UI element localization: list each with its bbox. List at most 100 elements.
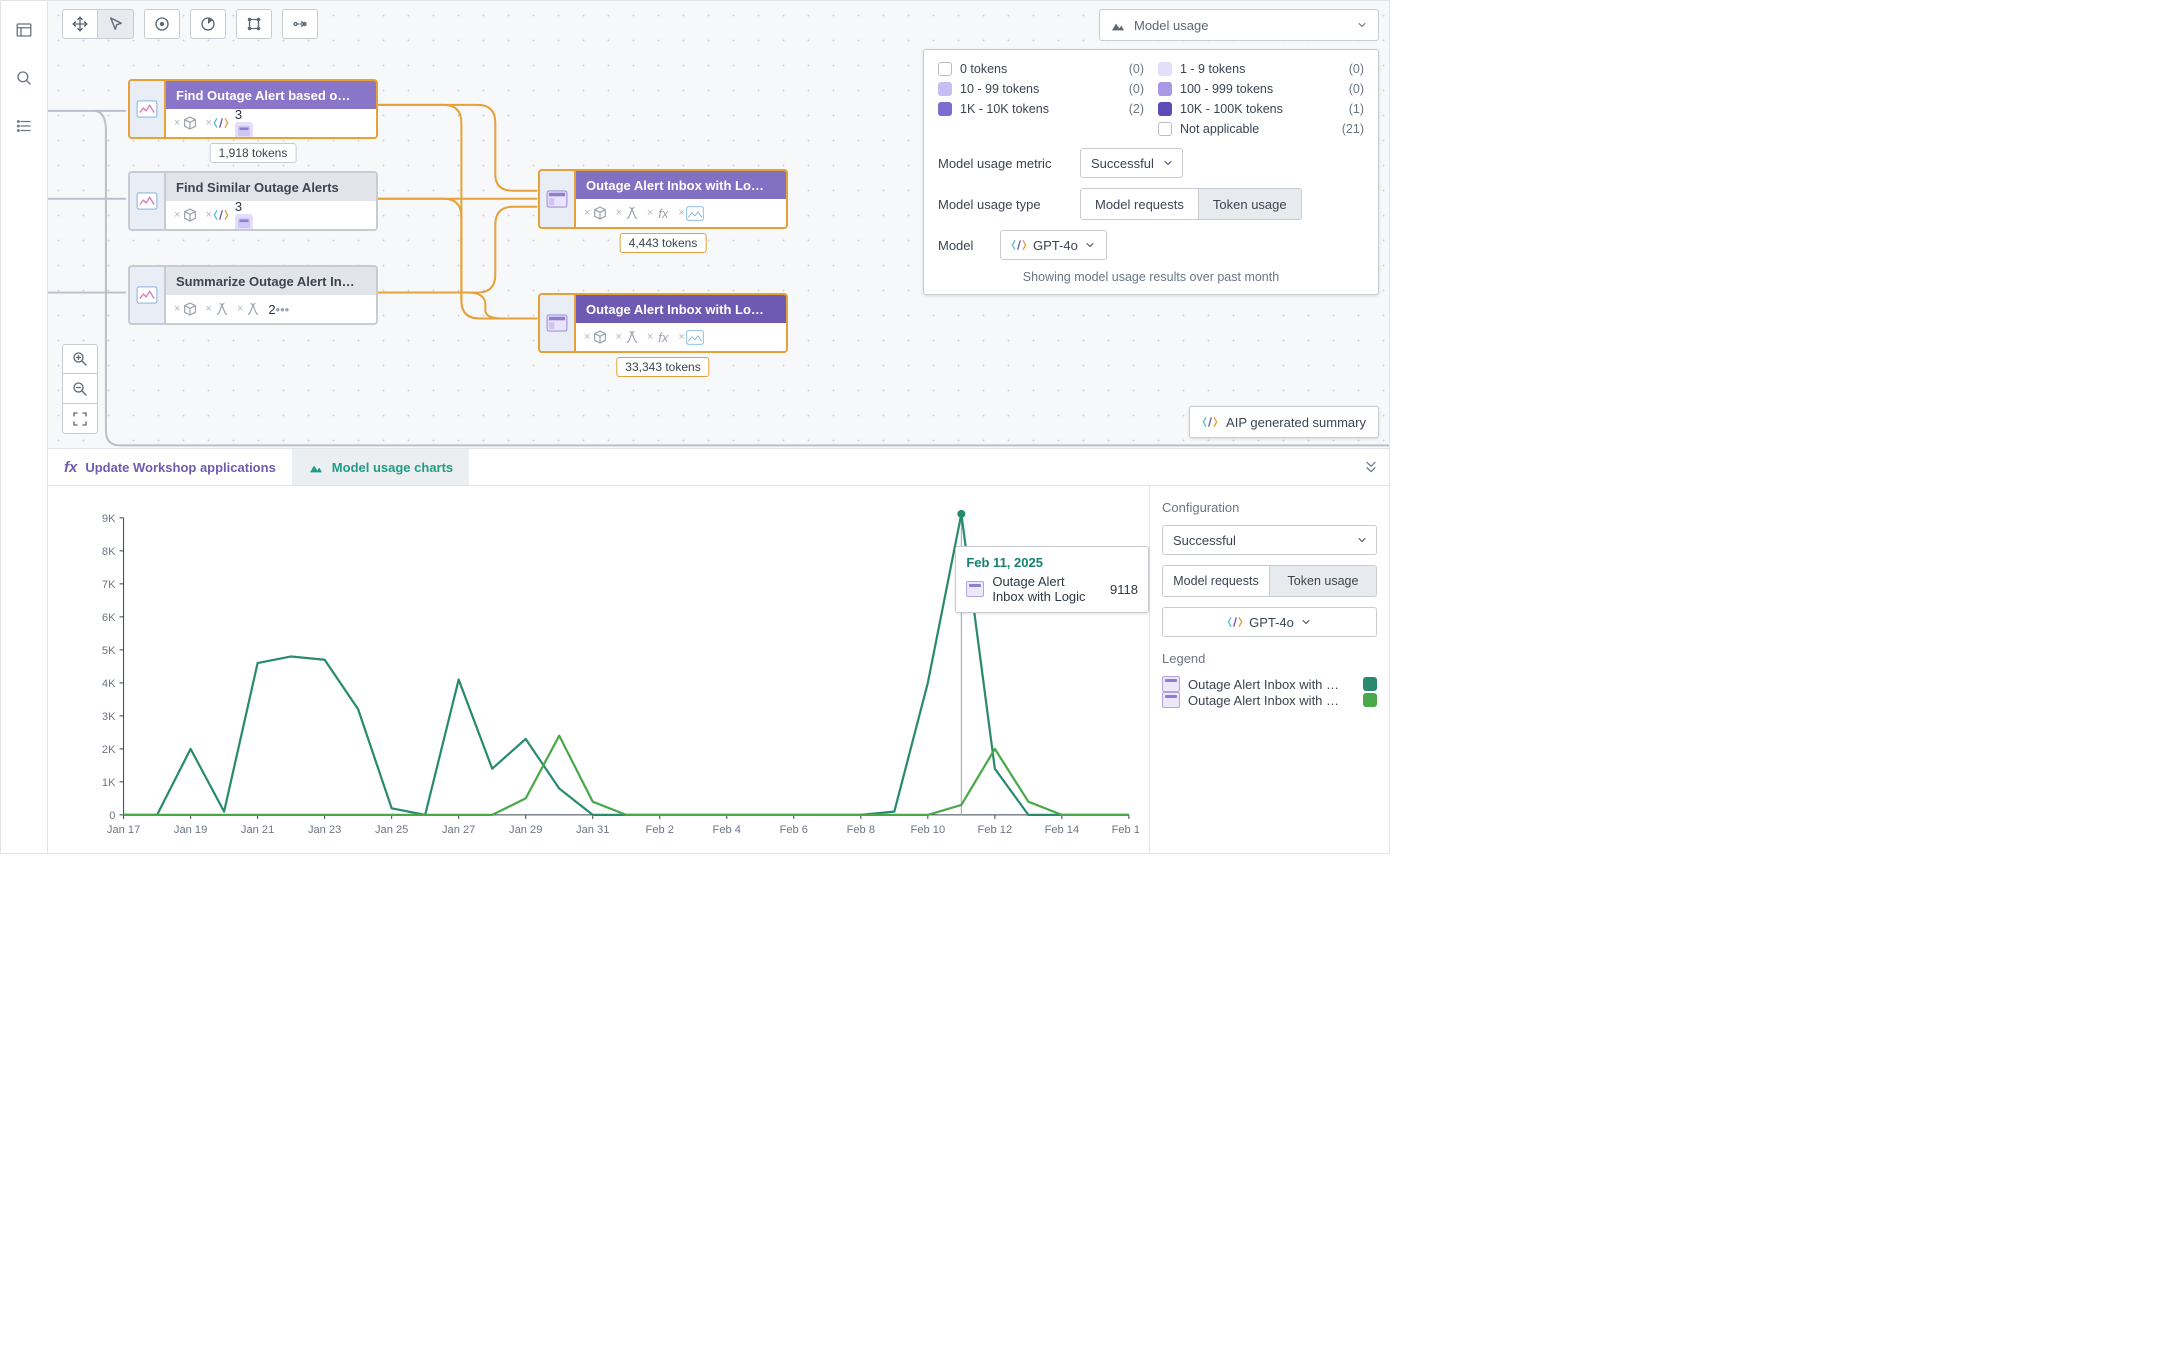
seg-token-usage[interactable]: Token usage: [1198, 189, 1301, 219]
aip-icon: [213, 116, 229, 130]
module-badge-icon: [235, 214, 253, 232]
img-icon: [686, 328, 704, 346]
seg-model-requests[interactable]: Model requests: [1081, 189, 1198, 219]
node-title: Summarize Outage Alert In…: [166, 267, 376, 295]
cube-icon: [181, 300, 199, 318]
cube-icon: [591, 204, 609, 222]
svg-text:9K: 9K: [102, 513, 116, 525]
node-body: × × 3: [166, 201, 376, 229]
cfg-type-segment: Model requestsToken usage: [1162, 565, 1377, 597]
aip-summary-button[interactable]: AIP generated summary: [1189, 406, 1379, 438]
legend-panel: 0 tokens(0) 1 - 9 tokens(0) 10 - 99 tokens…: [923, 49, 1379, 295]
metric-label: Model usage metric: [938, 156, 1068, 171]
legend-item[interactable]: Outage Alert Inbox with …: [1162, 676, 1377, 692]
node-type-icon: [538, 293, 574, 353]
panel-note: Showing model usage results over past mo…: [938, 270, 1364, 284]
svg-text:Jan 23: Jan 23: [308, 824, 341, 836]
node-title: Find Outage Alert based o…: [166, 81, 376, 109]
node-count: 3: [235, 107, 242, 122]
type-label: Model usage type: [938, 197, 1068, 212]
fn-icon: [623, 204, 641, 222]
svg-text:5K: 5K: [102, 645, 116, 657]
legend-title: Legend: [1162, 651, 1377, 666]
svg-text:7K: 7K: [102, 579, 116, 591]
node-type-icon: [538, 169, 574, 229]
cube-icon: [591, 328, 609, 346]
legend-item[interactable]: 10K - 100K tokens(1): [1158, 102, 1364, 116]
list-icon[interactable]: [9, 111, 39, 141]
svg-text:Feb 12: Feb 12: [978, 824, 1013, 836]
legend-item[interactable]: 100 - 999 tokens(0): [1158, 82, 1364, 96]
token-pill: 33,343 tokens: [616, 357, 709, 377]
node-body: × × × 2•••: [166, 295, 376, 323]
aip-icon: [213, 208, 229, 222]
overlay-dropdown[interactable]: Model usage: [1099, 9, 1379, 41]
svg-text:4K: 4K: [102, 678, 116, 690]
svg-text:Feb 2: Feb 2: [646, 824, 674, 836]
svg-text:Feb 4: Feb 4: [713, 824, 741, 836]
node-find-outage-alert[interactable]: Find Outage Alert based o… × × 3 1,918 t…: [128, 79, 378, 139]
node-title: Outage Alert Inbox with Lo…: [576, 295, 786, 323]
svg-text:Jan 25: Jan 25: [375, 824, 408, 836]
svg-text:8K: 8K: [102, 546, 116, 558]
node-find-similar-alerts[interactable]: Find Similar Outage Alerts × × 3: [128, 171, 378, 231]
svg-text:1K: 1K: [102, 777, 116, 789]
legend-item[interactable]: Not applicable(21): [1158, 122, 1364, 136]
svg-text:Jan 27: Jan 27: [442, 824, 475, 836]
node-title: Find Similar Outage Alerts: [166, 173, 376, 201]
token-pill: 1,918 tokens: [210, 143, 297, 163]
fn-icon: [213, 300, 231, 318]
left-rail: [1, 1, 48, 853]
node-outage-inbox-b[interactable]: Outage Alert Inbox with Lo… × × ×fx × 33…: [538, 293, 788, 353]
legend-item[interactable]: 0 tokens(0): [938, 62, 1144, 76]
svg-text:Feb 10: Feb 10: [911, 824, 946, 836]
seg-token-usage[interactable]: Token usage: [1269, 566, 1376, 596]
svg-text:Feb 16: Feb 16: [1112, 824, 1139, 836]
node-body: × × ×fx ×: [576, 323, 786, 351]
svg-text:Jan 31: Jan 31: [576, 824, 609, 836]
legend-item[interactable]: 10 - 99 tokens(0): [938, 82, 1144, 96]
fx-icon: fx: [654, 328, 672, 346]
svg-text:Jan 19: Jan 19: [174, 824, 207, 836]
legend-item[interactable]: 1 - 9 tokens(0): [1158, 62, 1364, 76]
bottom-panel: 01K2K3K4K5K6K7K8K9KJan 17Jan 19Jan 21Jan…: [48, 486, 1389, 853]
search-icon[interactable]: [9, 63, 39, 93]
seg-model-requests[interactable]: Model requests: [1163, 566, 1269, 596]
collapse-panel-icon[interactable]: [1353, 449, 1389, 485]
graph-canvas[interactable]: Find Outage Alert based o… × × 3 1,918 t…: [48, 1, 1389, 448]
node-summarize-outage-alert[interactable]: Summarize Outage Alert In… × × × 2•••: [128, 265, 378, 325]
module-badge-icon: [235, 122, 253, 140]
rail-panel-icon[interactable]: [9, 15, 39, 45]
node-title: Outage Alert Inbox with Lo…: [576, 171, 786, 199]
metric-select[interactable]: Successful: [1080, 148, 1183, 178]
tab-model-usage-charts[interactable]: Model usage charts: [292, 449, 469, 485]
cfg-model-select[interactable]: GPT-4o: [1162, 607, 1377, 637]
fn-icon: [244, 300, 262, 318]
node-count: 3: [235, 199, 242, 214]
bottom-tabs: fx Update Workshop applications Model us…: [48, 448, 1389, 486]
node-outage-inbox-a[interactable]: Outage Alert Inbox with Lo… × × ×fx × 4,…: [538, 169, 788, 229]
img-icon: [686, 204, 704, 222]
legend-item[interactable]: 1K - 10K tokens(2): [938, 102, 1144, 116]
config-panel: Configuration Successful Model requestsT…: [1149, 486, 1389, 853]
svg-text:Feb 8: Feb 8: [847, 824, 875, 836]
model-select[interactable]: GPT-4o: [1000, 230, 1107, 260]
svg-text:6K: 6K: [102, 612, 116, 624]
fx-icon: fx: [654, 204, 672, 222]
app-root: Find Outage Alert based o… × × 3 1,918 t…: [0, 0, 1390, 854]
svg-text:Feb 14: Feb 14: [1045, 824, 1080, 836]
svg-text:Jan 17: Jan 17: [107, 824, 140, 836]
cfg-metric-select[interactable]: Successful: [1162, 525, 1377, 555]
node-count: 2: [268, 302, 275, 317]
cube-icon: [181, 206, 199, 224]
main-column: Find Outage Alert based o… × × 3 1,918 t…: [48, 1, 1389, 853]
svg-text:Jan 29: Jan 29: [509, 824, 542, 836]
svg-text:2K: 2K: [102, 744, 116, 756]
overlay-dropdown-label: Model usage: [1134, 18, 1208, 33]
chart-tooltip: Feb 11, 2025 Outage Alert Inbox with Log…: [955, 546, 1149, 613]
cube-icon: [181, 114, 199, 132]
tab-update-workshop[interactable]: fx Update Workshop applications: [48, 449, 292, 485]
chart-area[interactable]: 01K2K3K4K5K6K7K8K9KJan 17Jan 19Jan 21Jan…: [48, 486, 1149, 853]
svg-text:Jan 21: Jan 21: [241, 824, 274, 836]
legend-item[interactable]: Outage Alert Inbox with …: [1162, 692, 1377, 708]
